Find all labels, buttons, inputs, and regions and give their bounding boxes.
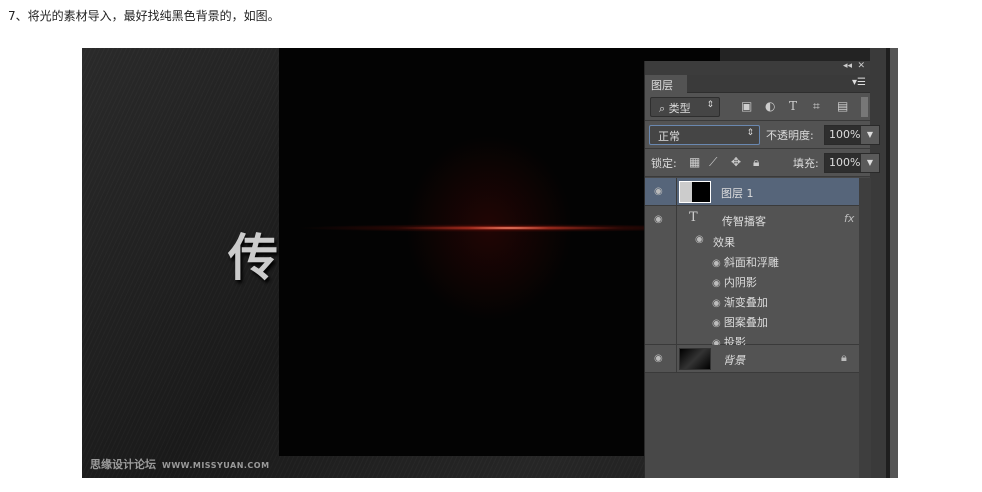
- filter-toggle[interactable]: [861, 97, 868, 117]
- eye-icon[interactable]: ◉: [695, 234, 704, 245]
- lock-all-icon[interactable]: 🔒︎: [753, 155, 759, 170]
- lock-brush-icon[interactable]: ⟋: [709, 155, 717, 170]
- collapse-icon[interactable]: ◂◂: [843, 61, 852, 71]
- text-layer-icon: T: [689, 210, 698, 225]
- lock-position-icon[interactable]: ✥: [731, 155, 741, 169]
- fx-icon[interactable]: fx: [844, 212, 854, 225]
- eye-icon[interactable]: ◉: [654, 214, 663, 225]
- eye-icon[interactable]: ◉: [654, 353, 663, 364]
- image-filter-icon[interactable]: ▣: [741, 99, 752, 113]
- layer-thumbnail: [679, 181, 711, 203]
- layers-panel: ◂◂ ✕ 图层 ▾☰ ⌕ 类型 ⇕ ▣ ◐ T ⌗ ▤ 正常 ⇕ 不透明度: 100…: [644, 61, 880, 478]
- adjustment-filter-icon[interactable]: ◐: [765, 99, 775, 113]
- effect-item[interactable]: ◉ 图案叠加: [712, 313, 779, 333]
- fill-label: 填充:: [793, 157, 819, 170]
- layer-name: 背景: [723, 354, 745, 367]
- filter-select[interactable]: ⌕ 类型 ⇕: [650, 97, 720, 117]
- photoshop-screenshot: 传 思缘设计论坛 WWW.MISSYUAN.COM ◂◂ ✕ 图层 ▾☰ ⌕ 类型…: [82, 48, 898, 478]
- step-caption: 7、将光的素材导入，最好找纯黑色背景的，如图。: [8, 9, 280, 23]
- tab-layers[interactable]: 图层: [645, 75, 687, 93]
- close-icon[interactable]: ✕: [857, 61, 865, 71]
- panel-menu-icon[interactable]: ▾☰: [852, 77, 866, 88]
- effect-item[interactable]: ◉ 内阴影: [712, 273, 779, 293]
- layers-scroll-track[interactable]: [859, 178, 871, 478]
- lock-icon: 🔒︎: [841, 351, 847, 364]
- smart-object-filter-icon[interactable]: ▤: [837, 99, 848, 113]
- search-icon: ⌕: [659, 102, 669, 115]
- layer-row-layer1[interactable]: ◉ 图层 1: [645, 178, 859, 206]
- layer-thumbnail: [679, 348, 711, 370]
- scrollbar[interactable]: [870, 48, 886, 478]
- fill-input[interactable]: 100% ▼: [824, 153, 880, 173]
- text-filter-icon[interactable]: T: [789, 99, 797, 113]
- opacity-input[interactable]: 100% ▼: [824, 125, 880, 145]
- effect-item[interactable]: ◉ 渐变叠加: [712, 293, 779, 313]
- effects-label: 效果: [713, 236, 735, 249]
- shape-filter-icon[interactable]: ⌗: [813, 99, 820, 114]
- eye-icon[interactable]: ◉: [654, 186, 663, 197]
- layer-row-background[interactable]: ◉ 背景 🔒︎: [645, 345, 859, 373]
- lock-label: 锁定:: [651, 157, 677, 170]
- watermark: 思缘设计论坛 WWW.MISSYUAN.COM: [90, 458, 270, 471]
- artwork-text: 传: [228, 229, 278, 287]
- effect-item[interactable]: ◉ 斜面和浮雕: [712, 253, 779, 273]
- blend-mode-select[interactable]: 正常 ⇕: [649, 125, 760, 145]
- lock-transparency-icon[interactable]: ▦: [689, 155, 700, 169]
- layer-name: 传智播客: [722, 215, 766, 228]
- layer-row-text[interactable]: ◉ T 传智播客 fx ◉ 效果 ◉ 斜面和浮雕 ◉ 内阴影 ◉ 渐变叠加 ◉ …: [645, 206, 859, 349]
- layer-name: 图层 1: [721, 187, 754, 200]
- opacity-label: 不透明度:: [766, 129, 814, 142]
